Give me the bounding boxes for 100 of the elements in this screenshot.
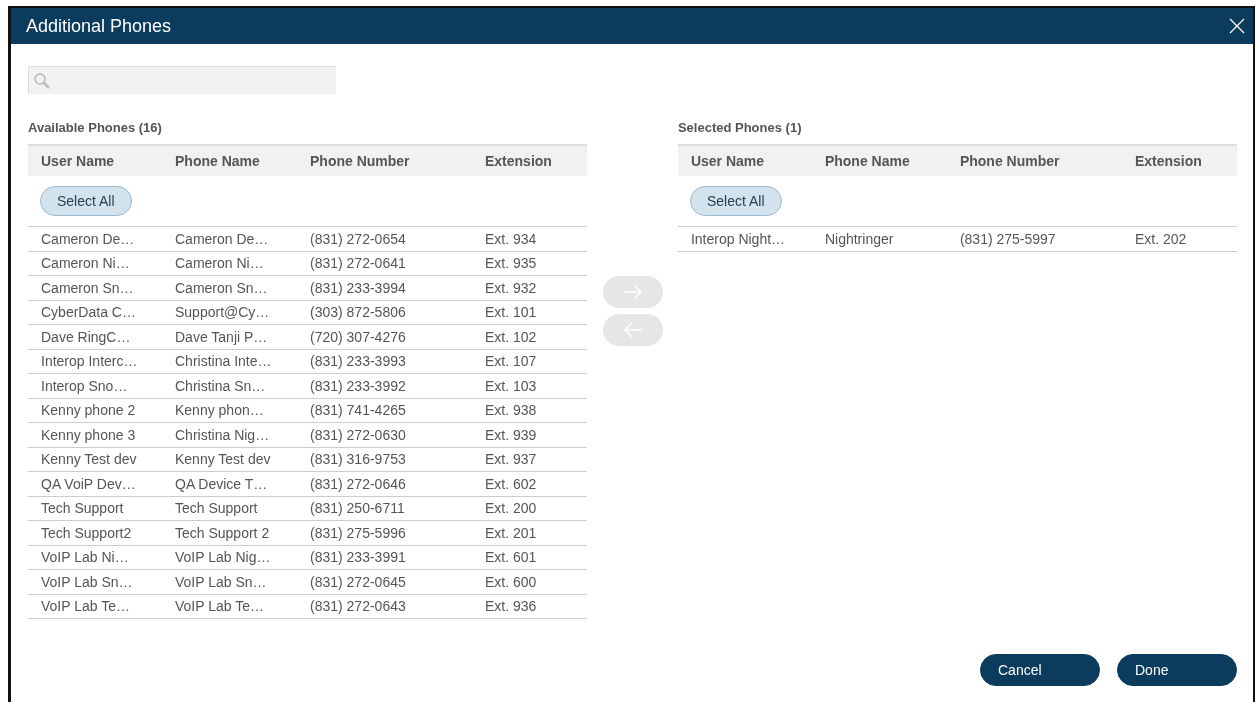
available-phone-row[interactable]: Cameron Ni… Cameron Ni… (831) 272-0641 Ext. 935 <box>28 251 588 276</box>
table-cell-text: Support@Cy… <box>175 304 271 321</box>
selected-phone-row[interactable]: Interop Night… Nightringer (831) 275-5997 Ext. 202 <box>677 227 1237 252</box>
table-cell-text: Ext. 602 <box>485 475 538 492</box>
table-cell-text: VoIP Lab Te… <box>41 598 131 615</box>
table-cell-text: Ext. 938 <box>485 402 538 419</box>
column-header: Phone Number <box>959 153 1061 169</box>
available-phone-row[interactable]: VoIP Lab Sn… VoIP Lab Sn… (831) 272-0645 Ext. 600 <box>28 570 588 595</box>
table-cell-text: Interop Night… <box>690 230 787 247</box>
close-button[interactable] <box>1227 16 1247 36</box>
column-header: User Name <box>41 153 116 169</box>
available-phone-row[interactable]: Cameron Sn… Cameron Sn… (831) 233-3994 Ext. 932 <box>28 276 588 301</box>
table-cell-text: (831) 741-4265 <box>310 402 407 419</box>
table-cell-text: Dave Tanji P… <box>175 328 269 345</box>
table-cell-text: Cameron Sn… <box>175 279 269 296</box>
available-phone-row[interactable]: QA VoiP Dev… QA Device T… (831) 272-0646 Ext. 602 <box>28 472 588 497</box>
column-header: Phone Name <box>175 153 261 169</box>
table-cell-text: Cameron Ni… <box>175 255 265 272</box>
available-phone-row[interactable]: Kenny phone 2 Kenny phon… (831) 741-4265 Ext. 938 <box>28 398 588 423</box>
cancel-button[interactable]: Cancel <box>980 654 1100 686</box>
available-phone-row[interactable]: Kenny Test dev Kenny Test dev (831) 316-9753 Ext. 937 <box>28 447 588 472</box>
table-cell-text: Tech Support <box>175 500 259 517</box>
table-cell-text: VoIP Lab Sn… <box>175 573 268 590</box>
table-cell-text: (831) 316-9753 <box>310 451 407 468</box>
table-cell-text: Ext. 102 <box>485 328 538 345</box>
table-cell-text: Dave RingC… <box>41 328 132 345</box>
table-cell-text: Ext. 935 <box>485 255 538 272</box>
panel-title: Selected Phones (1) <box>677 120 802 135</box>
table-cell-text: QA Device T… <box>175 475 269 492</box>
table-cell-text: Ext. 936 <box>485 598 538 615</box>
table-cell-text: Cameron De… <box>175 230 270 247</box>
table-cell-text: Ext. 934 <box>485 230 538 247</box>
table-cell-text: Kenny phone 3 <box>41 426 137 443</box>
available-phone-row[interactable]: Cameron De… Cameron De… (831) 272-0654 Ext. 934 <box>28 227 588 252</box>
table-cell-text: (831) 275-5997 <box>959 230 1057 247</box>
done-button[interactable]: Done <box>1117 654 1237 686</box>
table-cell-text: (303) 872-5806 <box>310 304 407 321</box>
column-header: Phone Name <box>824 153 911 169</box>
column-header: Extension <box>1134 153 1203 169</box>
table-cell-text: (831) 272-0643 <box>310 598 407 615</box>
table-cell-text: Christina Sn… <box>175 377 267 394</box>
table-cell-text: (831) 233-3991 <box>310 549 407 566</box>
table-cell-text: VoIP Lab Te… <box>175 598 265 615</box>
panel-title: Available Phones (16) <box>28 120 162 135</box>
table-cell-text: Ext. 101 <box>485 304 538 321</box>
table-cell-text: Christina Nig… <box>175 426 271 443</box>
select-all-button[interactable]: Select All <box>689 186 782 216</box>
column-header: Extension <box>485 153 553 169</box>
search-field[interactable] <box>28 66 336 94</box>
table-cell-text: Interop Interc… <box>41 353 139 370</box>
table-cell-text: CyberData C… <box>41 304 137 321</box>
table-cell-text: Kenny phon… <box>175 402 265 419</box>
table-cell-text: VoIP Lab Nig… <box>175 549 272 566</box>
table-cell-text: (831) 233-3992 <box>310 377 407 394</box>
table-cell-text: Ext. 103 <box>485 377 538 394</box>
table-cell-text: Ext. 937 <box>485 451 538 468</box>
available-phone-row[interactable]: Interop Interc… Christina Inte… (831) 233-3993 Ext. 107 <box>28 349 588 374</box>
table-cell-text: (831) 272-0654 <box>310 230 407 247</box>
table-cell-text: (831) 275-5996 <box>310 524 407 541</box>
table-cell-text: Kenny Test dev <box>41 451 138 468</box>
table-cell-text: Cameron Ni… <box>41 255 131 272</box>
table-cell-text: (831) 233-3994 <box>310 279 407 296</box>
table-cell-text: Tech Support <box>41 500 125 517</box>
available-phone-row[interactable]: Interop Sno… Christina Sn… (831) 233-3992 Ext. 103 <box>28 374 588 399</box>
table-cell-text: Kenny Test dev <box>175 451 272 468</box>
available-phone-row[interactable]: VoIP Lab Ni… VoIP Lab Nig… (831) 233-3991 Ext. 601 <box>28 545 588 570</box>
table-cell-text: Ext. 932 <box>485 279 538 296</box>
table-cell-text: (831) 233-3993 <box>310 353 407 370</box>
select-all-button[interactable]: Select All <box>40 186 132 216</box>
search-icon <box>33 71 51 90</box>
table-cell-text: Ext. 939 <box>485 426 538 443</box>
table-cell-text: Cameron De… <box>41 230 136 247</box>
available-phone-row[interactable]: VoIP Lab Te… VoIP Lab Te… (831) 272-0643 Ext. 936 <box>28 594 588 619</box>
table-cell-text: Ext. 600 <box>485 573 538 590</box>
table-cell-text: (831) 250-6711 <box>310 500 406 517</box>
available-phone-row[interactable]: CyberData C… Support@Cy… (303) 872-5806 Ext. 101 <box>28 300 588 325</box>
table-cell-text: Tech Support2 <box>41 524 133 541</box>
column-header: User Name <box>690 153 766 169</box>
available-phone-row[interactable]: Dave RingC… Dave Tanji P… (720) 307-4276 Ext. 102 <box>28 325 588 350</box>
available-phone-row[interactable]: Tech Support Tech Support (831) 250-6711 Ext. 200 <box>28 496 588 521</box>
table-cell-text: Ext. 201 <box>485 524 538 541</box>
table-cell-text: (831) 272-0646 <box>310 475 407 492</box>
table-cell-text: (831) 272-0630 <box>310 426 407 443</box>
table-cell-text: Ext. 202 <box>1134 230 1188 247</box>
table-cell-text: (720) 307-4276 <box>310 328 407 345</box>
table-cell-text: Kenny phone 2 <box>41 402 137 419</box>
table-cell-text: Ext. 107 <box>485 353 538 370</box>
table-cell-text: QA VoiP Dev… <box>41 475 137 492</box>
table-cell-text: Nightringer <box>824 230 895 247</box>
table-cell-text: Interop Sno… <box>41 377 129 394</box>
table-cell-text: (831) 272-0641 <box>310 255 407 272</box>
available-phone-row[interactable]: Tech Support2 Tech Support 2 (831) 275-5996 Ext. 201 <box>28 521 588 546</box>
table-cell-text: Christina Inte… <box>175 353 273 370</box>
table-cell-text: Cameron Sn… <box>41 279 135 296</box>
available-phone-row[interactable]: Kenny phone 3 Christina Nig… (831) 272-0630 Ext. 939 <box>28 423 588 448</box>
window-title: Additional Phones <box>26 15 172 37</box>
column-header: Phone Number <box>310 153 411 169</box>
table-cell-text: Ext. 601 <box>485 549 538 566</box>
table-cell-text: Tech Support 2 <box>175 524 271 541</box>
table-cell-text: Ext. 200 <box>485 500 538 517</box>
